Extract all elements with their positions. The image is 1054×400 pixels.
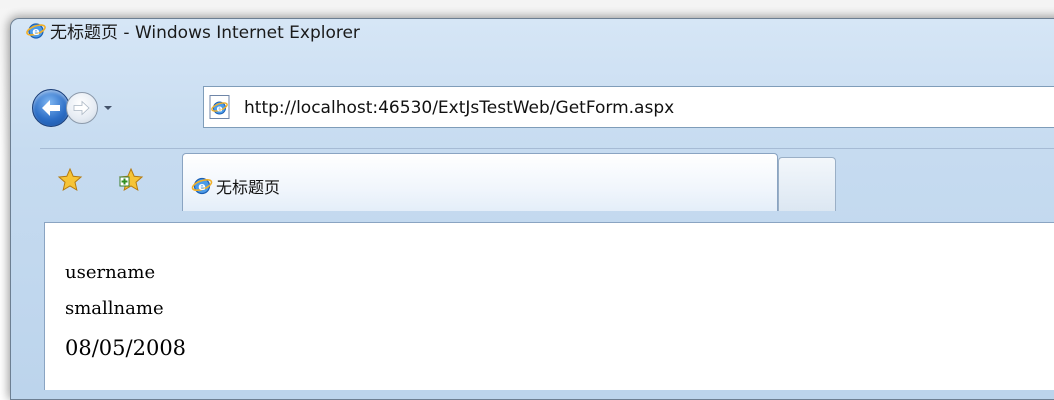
- chevron-down-icon[interactable]: [101, 101, 115, 115]
- username-text: username: [65, 262, 156, 283]
- svg-text:e: e: [198, 180, 205, 193]
- ie-page-icon: e: [209, 95, 230, 119]
- svg-text:e: e: [32, 25, 39, 38]
- forward-arrow-icon: [73, 100, 90, 116]
- date-text: 08/05/2008: [65, 336, 187, 360]
- page-content: [44, 222, 1054, 390]
- forward-button[interactable]: [66, 92, 98, 124]
- ie-logo-icon: e: [191, 177, 213, 195]
- back-button[interactable]: [32, 89, 70, 127]
- back-arrow-icon: [42, 100, 60, 116]
- ie-logo-icon: e: [26, 23, 46, 39]
- add-favorite-icon[interactable]: [118, 167, 144, 193]
- tab-title: 无标题页: [216, 178, 281, 197]
- address-url[interactable]: http://localhost:46530/ExtJsTestWeb/GetF…: [244, 98, 674, 118]
- star-icon[interactable]: [57, 167, 83, 193]
- new-tab-button[interactable]: [778, 157, 836, 211]
- window-title: 无标题页 - Windows Internet Explorer: [50, 23, 360, 43]
- smallname-text: smallname: [65, 298, 164, 319]
- svg-text:e: e: [216, 105, 222, 115]
